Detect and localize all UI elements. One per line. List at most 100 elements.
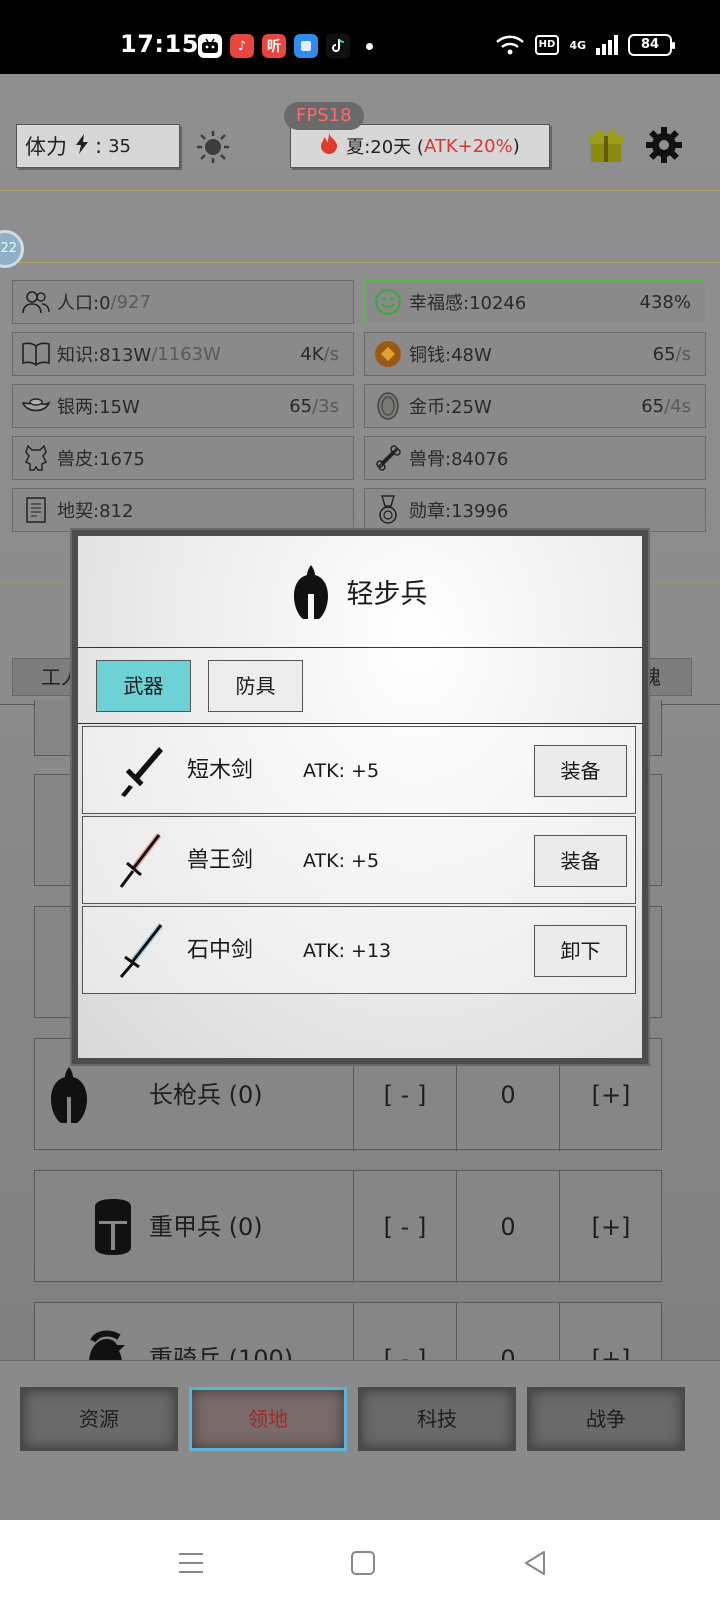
resource-max: /1163W	[151, 343, 221, 365]
divider	[0, 262, 720, 263]
resource-label: 勋章:13996	[409, 501, 509, 522]
resource-label: 知识:813W	[57, 345, 152, 366]
resource-max: /927	[110, 291, 151, 313]
resource-bone: 兽骨:84076	[364, 436, 706, 480]
book-icon	[21, 339, 51, 369]
resource-population: 人口:0/927	[12, 280, 354, 324]
resource-label: 人口:0	[57, 293, 111, 314]
more-dot-icon	[366, 42, 373, 50]
resource-label: 银两:15W	[57, 397, 140, 418]
tab-armor[interactable]: 防具	[208, 660, 303, 712]
wifi-icon	[495, 35, 524, 55]
resource-rate: 65/s	[652, 343, 691, 365]
resource-deed: 地契:812	[12, 488, 354, 532]
resource-label: 兽骨:84076	[409, 449, 509, 470]
people-icon	[21, 287, 51, 317]
music-icon: ♪	[230, 34, 254, 58]
resource-rate: 4K/s	[300, 343, 339, 365]
spartan-helmet-icon	[293, 564, 328, 619]
stamina-value: 35	[108, 135, 131, 157]
divider	[0, 190, 720, 191]
tab-weapons[interactable]: 武器	[96, 660, 191, 712]
sun-icon[interactable]	[196, 130, 230, 164]
item-stat: ATK: +5	[303, 760, 380, 782]
decrement-button[interactable]: [ - ]	[353, 1171, 456, 1283]
system-nav-bar	[0, 1520, 720, 1608]
menu-icon[interactable]	[176, 1548, 206, 1578]
copper-coin-icon	[373, 339, 403, 369]
medal-icon	[373, 495, 403, 525]
smile-icon	[373, 287, 403, 317]
stamina-separator: :	[95, 134, 103, 158]
knight-helmet-icon	[95, 1199, 131, 1255]
resource-rate: 438%	[639, 291, 691, 313]
season-panel: 夏:20天 ( ATK+20% )	[290, 124, 550, 168]
dialog-tabs: 武器 防具	[78, 648, 642, 724]
resource-happiness: 幸福感:10246 438%	[364, 280, 706, 324]
notification-icons: ♪ 听	[198, 34, 373, 58]
stamina-label: 体力	[25, 135, 67, 159]
hide-icon	[21, 443, 51, 473]
increment-button[interactable]: [+]	[559, 1171, 662, 1283]
status-bar: 17:15 ♪ 听 HD 4G 84	[0, 0, 720, 74]
beast-king-sword-icon	[119, 833, 162, 888]
lightning-icon	[75, 133, 89, 159]
bilibili-icon	[198, 34, 222, 58]
fire-icon	[320, 132, 338, 160]
unit-count: 0	[456, 1171, 559, 1283]
nav-territory[interactable]: 领地	[189, 1387, 347, 1451]
resource-rate: 65/4s	[641, 395, 691, 417]
unit-name: 重甲兵 (0)	[149, 1213, 263, 1241]
equipment-item: 石中剑 ATK: +13 卸下	[82, 906, 636, 994]
stone-sword-icon	[119, 923, 164, 978]
unit-row-heavy-armor: 重甲兵 (0) [ - ] 0 [+]	[34, 1170, 662, 1283]
equip-button[interactable]: 装备	[534, 835, 627, 887]
bone-icon	[373, 443, 403, 473]
network-type: 4G	[569, 38, 586, 52]
signal-icon	[596, 35, 618, 55]
battery-indicator: 84	[628, 34, 675, 56]
resource-label: 金币:25W	[409, 397, 492, 418]
ting-icon: 听	[262, 34, 286, 58]
resource-silver: 银两:15W 65/3s	[12, 384, 354, 428]
season-atk-bonus: ATK+20%	[423, 135, 513, 157]
item-name: 石中剑	[187, 938, 254, 963]
equipment-item: 短木剑 ATK: +5 装备	[82, 726, 636, 814]
resource-label: 地契:812	[57, 501, 134, 522]
top-bar: 体力 : 35 夏:20天 ( ATK+20% ) FPS18	[0, 74, 720, 194]
item-stat: ATK: +5	[303, 850, 380, 872]
item-name: 短木剑	[187, 758, 254, 783]
resource-rate: 65/3s	[289, 395, 339, 417]
blue-app-icon	[294, 34, 318, 58]
resource-label: 兽皮:1675	[57, 449, 145, 470]
resource-medal: 勋章:13996	[364, 488, 706, 532]
dialog-header: 轻步兵	[78, 536, 642, 648]
deed-icon	[21, 495, 51, 525]
equipment-dialog: 轻步兵 武器 防具 短木剑 ATK: +5 装备 兽王剑 ATK: +5 装备	[72, 530, 648, 1064]
home-icon[interactable]	[348, 1548, 378, 1578]
resource-knowledge: 知识:813W/1163W 4K/s	[12, 332, 354, 376]
nav-resources[interactable]: 资源	[20, 1387, 178, 1451]
gift-icon[interactable]	[588, 126, 624, 164]
fps-badge: FPS18	[284, 102, 364, 130]
equip-button[interactable]: 装备	[534, 745, 627, 797]
nav-war[interactable]: 战争	[527, 1387, 685, 1451]
bottom-nav: 资源 领地 科技 战争	[0, 1360, 720, 1520]
hd-badge: HD	[534, 35, 560, 55]
gold-coin-icon	[373, 391, 403, 421]
back-icon[interactable]	[520, 1548, 550, 1578]
settings-gear-icon[interactable]	[645, 126, 683, 164]
resource-gold: 金币:25W 65/4s	[364, 384, 706, 428]
short-sword-icon	[121, 747, 163, 797]
resource-label: 铜钱:48W	[409, 345, 492, 366]
item-stat: ATK: +13	[303, 940, 392, 962]
unequip-button[interactable]: 卸下	[534, 925, 627, 977]
resource-copper: 铜钱:48W 65/s	[364, 332, 706, 376]
dialog-title: 轻步兵	[346, 579, 428, 610]
equipment-item: 兽王剑 ATK: +5 装备	[82, 816, 636, 904]
spartan-helmet-icon	[51, 1067, 87, 1123]
system-indicators: HD 4G 84	[495, 34, 675, 56]
item-name: 兽王剑	[187, 848, 254, 873]
resource-label: 幸福感:10246	[409, 293, 527, 314]
nav-technology[interactable]: 科技	[358, 1387, 516, 1451]
